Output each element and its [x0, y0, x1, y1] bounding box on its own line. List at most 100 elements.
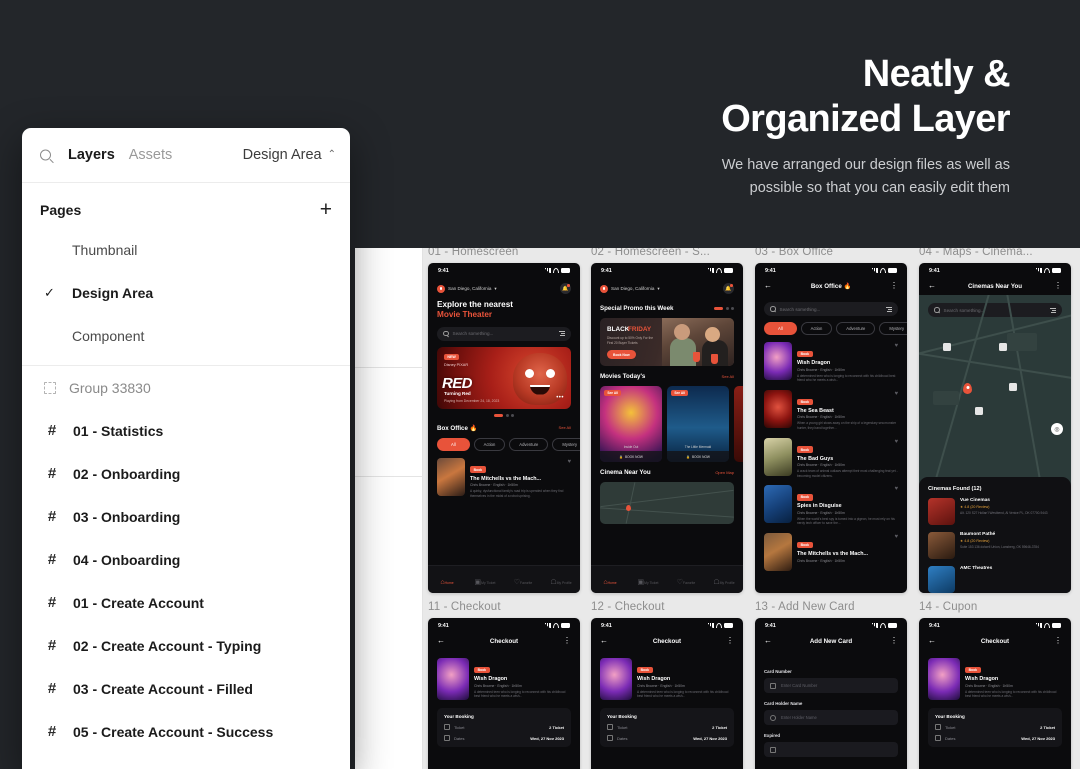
top-bar[interactable]: ← Checkout ⋮ — [919, 633, 1071, 651]
chip-all[interactable]: All — [764, 322, 797, 335]
bottom-tab-bar[interactable]: ⌂Home ▣My Ticket ♡Favorite ☖My Profile — [428, 565, 580, 593]
more-vertical-icon[interactable]: ⋮ — [890, 282, 898, 290]
featured-movie-banner[interactable]: NEW Disney PIXAR RED Turning Red Playing… — [437, 346, 571, 409]
frame-label[interactable]: 12 - Checkout — [591, 601, 743, 613]
tab-my-ticket[interactable]: ▣My Ticket — [466, 571, 504, 589]
promo-banner[interactable]: BLACK FRIDAY Discount up to 50% Only For … — [600, 318, 734, 366]
back-icon[interactable]: ← — [600, 637, 608, 645]
tab-my-profile[interactable]: ☖My Profile — [542, 571, 580, 589]
movie-list-item[interactable]: Book The Sea Beast Chris Browne · Englis… — [755, 383, 907, 431]
cinema-list-item[interactable]: Vue Cinemas ★ 4.8 (20 Review) Alt. 120 S… — [928, 498, 1062, 525]
heart-icon[interactable]: ♥ — [894, 343, 898, 349]
frame-02-homescreen-scroll[interactable]: 02 - Homescreen - S... 9:41 San Diego, C… — [591, 246, 743, 593]
phone-mockup[interactable]: 9:41 San Diego, California ▾ 🔔 Special P… — [591, 263, 743, 593]
search-input[interactable]: Search something... — [928, 303, 1062, 317]
tab-home[interactable]: ⌂Home — [428, 571, 466, 589]
top-bar[interactable]: ← Add New Card ⋮ — [755, 633, 907, 651]
heart-icon[interactable]: ♥ — [894, 534, 898, 540]
heart-icon[interactable]: ♥ — [894, 391, 898, 397]
card-number-input[interactable]: Enter Card Number — [764, 678, 898, 693]
book-now-button[interactable]: 🔒 BOOK NOW — [667, 451, 729, 462]
frame-label[interactable]: 03 - Box Office — [755, 246, 907, 258]
back-icon[interactable]: ← — [928, 637, 936, 645]
frame-label[interactable]: 11 - Checkout — [428, 601, 580, 613]
more-vertical-icon[interactable]: ⋮ — [1054, 282, 1062, 290]
map-view[interactable]: Search something... ◎ Cinemas Found (12)… — [919, 295, 1071, 593]
page-item-component[interactable]: Component — [22, 314, 350, 357]
frame-label[interactable]: 14 - Cupon — [919, 601, 1071, 613]
back-icon[interactable]: ← — [764, 637, 772, 645]
chip-action[interactable]: Action — [473, 437, 506, 451]
frame-label[interactable]: 04 - Maps - Cinema... — [919, 246, 1071, 258]
phone-mockup[interactable]: 9:41 ← Checkout ⋮ Book Wish Dragon Chris… — [919, 618, 1071, 769]
more-icon[interactable]: ••• — [556, 395, 564, 401]
chip-action[interactable]: Action — [800, 322, 833, 335]
frame-04-maps-cinemas[interactable]: 04 - Maps - Cinema... 9:41 ← Cinemas Nea… — [919, 246, 1071, 593]
phone-mockup[interactable]: 9:41 ← Checkout ⋮ Book Wish Dragon Chris… — [428, 618, 580, 769]
frame-01-homescreen[interactable]: 01 - Homescreen 9:41 San Diego, Californ… — [428, 246, 580, 593]
heart-icon[interactable]: ♥ — [894, 486, 898, 492]
frame-14-cupon[interactable]: 14 - Cupon 9:41 ← Checkout ⋮ Book Wish D… — [919, 601, 1071, 769]
location-row[interactable]: San Diego, California ▾ 🔔 — [428, 278, 580, 298]
tab-favorite[interactable]: ♡Favorite — [504, 571, 542, 589]
movie-poster-row[interactable]: See All Inside Out 🔒 BOOK NOW See All Th… — [591, 380, 743, 462]
bottom-tab-bar[interactable]: ⌂Home ▣My Ticket ♡Favorite ☖My Profile — [591, 565, 743, 593]
layer-item-03-create-account-filled[interactable]: # 03 - Create Account - Filled — [22, 667, 350, 710]
frame-label[interactable]: 02 - Homescreen - S... — [591, 246, 743, 258]
peek-page-selector[interactable]: Area ⌃ — [355, 0, 423, 55]
map-pin-icon[interactable] — [963, 383, 972, 394]
phone-mockup[interactable]: 9:41 ← Checkout ⋮ Book Wish Dragon Chris… — [591, 618, 743, 769]
movie-poster[interactable]: See All Inside Out 🔒 BOOK NOW — [600, 386, 662, 462]
movie-summary-card[interactable]: Book Wish Dragon Chris Browne · English … — [928, 658, 1062, 700]
figma-canvas[interactable]: Area ⌃ + 01 - Homescreen 9:41 San Diego,… — [355, 0, 1080, 769]
heart-icon[interactable]: ♥ — [567, 459, 571, 465]
filter-icon[interactable] — [1050, 307, 1056, 313]
cinema-list-item[interactable]: AMC Theatres — [928, 566, 1062, 593]
filter-icon[interactable] — [886, 306, 892, 312]
movie-list-item[interactable]: Book Spies in Disguise Chris Browne · En… — [755, 478, 907, 526]
see-all-link[interactable]: See All — [722, 374, 734, 379]
layer-item-group-33830[interactable]: Group 33830 — [22, 366, 350, 409]
tab-my-profile[interactable]: ☖My Profile — [705, 571, 743, 589]
card-holder-input[interactable]: Enter Holder Name — [764, 710, 898, 725]
add-page-button[interactable]: + — [320, 199, 332, 220]
layer-item-05-create-account-success[interactable]: # 05 - Create Account - Success — [22, 710, 350, 753]
book-now-button[interactable]: 🔒 BOOK NOW — [600, 451, 662, 462]
notification-bell-icon[interactable]: 🔔 — [560, 283, 571, 294]
search-input[interactable]: Search something... — [764, 302, 898, 316]
heart-icon[interactable]: ♥ — [894, 439, 898, 445]
more-vertical-icon[interactable]: ⋮ — [563, 637, 571, 645]
frame-label[interactable]: 13 - Add New Card — [755, 601, 907, 613]
mini-map[interactable] — [600, 482, 734, 524]
movie-poster[interactable]: See All The Little Mermaid 🔒 BOOK NOW — [667, 386, 729, 462]
filter-icon[interactable] — [559, 331, 565, 336]
layer-item-02-create-account-typing[interactable]: # 02 - Create Account - Typing — [22, 624, 350, 667]
poi-icon[interactable] — [943, 343, 951, 351]
add-page-button[interactable]: + — [380, 70, 392, 91]
chip-mystery[interactable]: Mystery — [552, 437, 580, 451]
cinema-list-item[interactable]: Baumont Pathé ★ 4.8 (20 Review) Suite 15… — [928, 532, 1062, 559]
panel-tab-bar[interactable]: Layers Assets Design Area ⌃ — [22, 128, 350, 183]
page-item-design-area[interactable]: ✓ Design Area — [22, 271, 350, 314]
movie-list-item[interactable]: Book The Bad Guys Chris Browne · English… — [755, 431, 907, 479]
frame-13-add-new-card[interactable]: 13 - Add New Card 9:41 ← Add New Card ⋮ … — [755, 601, 907, 769]
phone-mockup[interactable]: 9:41 ← Add New Card ⋮ Card Number Enter … — [755, 618, 907, 769]
poi-icon[interactable] — [975, 407, 983, 415]
chip-mystery[interactable]: Mystery — [879, 322, 907, 335]
movie-list-item[interactable]: Book Wish Dragon Chris Browne · English … — [755, 335, 907, 383]
poi-icon[interactable] — [1009, 383, 1017, 391]
phone-mockup[interactable]: 9:41 ← Cinemas Near You ⋮ Search somethi… — [919, 263, 1071, 593]
top-bar[interactable]: ← Checkout ⋮ — [591, 633, 743, 651]
movie-poster[interactable] — [734, 386, 743, 462]
layer-item-01-statistics[interactable]: # 01 - Statistics — [22, 409, 350, 452]
frame-11-checkout[interactable]: 11 - Checkout 9:41 ← Checkout ⋮ Book Wis… — [428, 601, 580, 769]
location-row[interactable]: San Diego, California ▾ 🔔 — [591, 278, 743, 298]
page-selector[interactable]: Design Area ⌃ — [243, 147, 336, 163]
page-item-thumbnail[interactable]: Thumbnail — [22, 228, 350, 271]
layer-item-04-onboarding[interactable]: # 04 - Onboarding — [22, 538, 350, 581]
frame-12-checkout[interactable]: 12 - Checkout 9:41 ← Checkout ⋮ Book Wis… — [591, 601, 743, 769]
phone-mockup[interactable]: 9:41 San Diego, California ▾ 🔔 Explore t… — [428, 263, 580, 593]
layers-panel[interactable]: Layers Assets Design Area ⌃ Pages + Thum… — [22, 128, 350, 769]
top-bar[interactable]: ← Box Office 🔥 ⋮ — [755, 278, 907, 296]
expired-input[interactable] — [764, 742, 898, 757]
